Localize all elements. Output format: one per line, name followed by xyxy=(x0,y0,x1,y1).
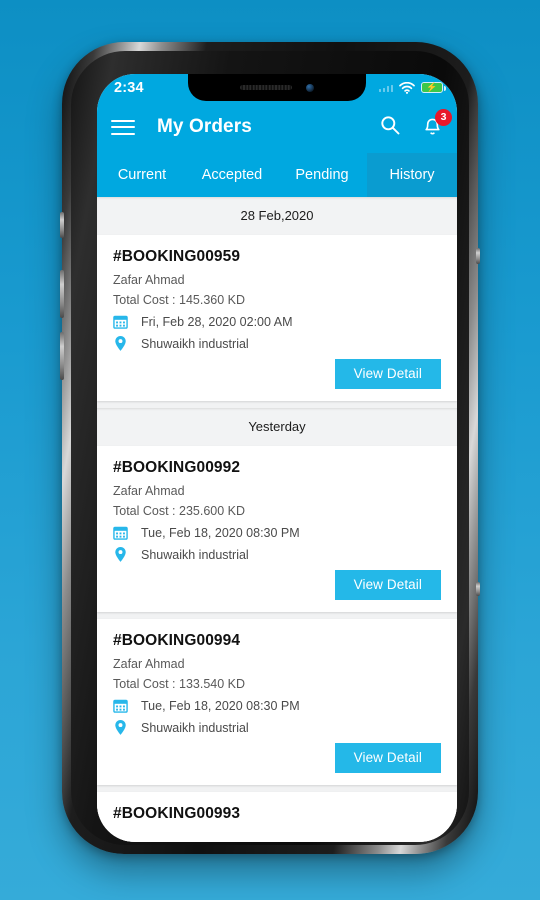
front-camera-icon xyxy=(306,83,314,92)
phone-side-button-mute[interactable] xyxy=(60,212,64,238)
booking-id: #BOOKING00992 xyxy=(113,459,241,476)
order-datetime-row: Tue, Feb 18, 2020 08:30 PM xyxy=(113,698,441,713)
notification-badge: 3 xyxy=(435,108,452,126)
view-detail-button[interactable]: View Detail xyxy=(334,359,441,389)
hamburger-menu-icon[interactable] xyxy=(111,119,135,135)
phone-side-button-volume-up[interactable] xyxy=(60,270,64,318)
map-pin-icon xyxy=(113,335,135,352)
order-location-row: Shuwaikh industrial xyxy=(113,719,441,736)
phone-side-button-volume-down[interactable] xyxy=(60,332,64,380)
order-datetime-row: Tue, Feb 18, 2020 08:30 PM xyxy=(113,525,441,540)
earpiece-speaker-icon xyxy=(240,85,292,90)
notifications-button[interactable]: 3 xyxy=(422,108,452,138)
order-datetime: Tue, Feb 18, 2020 08:30 PM xyxy=(141,698,300,713)
app-bar-actions: 3 xyxy=(380,108,452,140)
total-cost: Total Cost : 235.600 KD xyxy=(113,504,246,518)
order-location: Shuwaikh industrial xyxy=(141,720,249,735)
phone-device-frame: 2:34 ⚡ My Orders 3 Current Accepted Pend… xyxy=(60,42,480,854)
order-location-row: Shuwaikh industrial xyxy=(113,335,441,352)
order-location-row: Shuwaikh industrial xyxy=(113,546,441,563)
status-bar-indicators: ⚡ xyxy=(378,74,446,101)
customer-name: Zafar Ahmad xyxy=(113,657,185,671)
phone-bezel: 2:34 ⚡ My Orders 3 Current Accepted Pend… xyxy=(71,51,469,845)
calendar-icon xyxy=(113,698,135,713)
map-pin-icon xyxy=(113,546,135,563)
booking-id: #BOOKING00959 xyxy=(113,248,241,265)
map-pin-icon xyxy=(113,719,135,736)
phone-side-button-power[interactable] xyxy=(476,582,480,596)
status-bar-clock: 2:34 xyxy=(114,79,144,96)
order-card[interactable]: #BOOKING00994 Zafar Ahmad Total Cost : 1… xyxy=(97,619,457,785)
total-cost: Total Cost : 133.540 KD xyxy=(113,677,246,691)
calendar-icon xyxy=(113,314,135,329)
order-card[interactable]: #BOOKING00959 Zafar Ahmad Total Cost : 1… xyxy=(97,235,457,401)
order-datetime-row: Fri, Feb 28, 2020 02:00 AM xyxy=(113,314,441,329)
app-bar: My Orders 3 xyxy=(97,101,457,153)
view-detail-button[interactable]: View Detail xyxy=(334,743,441,773)
order-datetime: Fri, Feb 28, 2020 02:00 AM xyxy=(141,314,293,329)
page-background: 2:34 ⚡ My Orders 3 Current Accepted Pend… xyxy=(0,0,540,900)
order-actions: View Detail xyxy=(113,359,441,389)
total-cost: Total Cost : 145.360 KD xyxy=(113,293,246,307)
view-detail-button[interactable]: View Detail xyxy=(334,570,441,600)
search-icon[interactable] xyxy=(380,115,400,140)
order-datetime: Tue, Feb 18, 2020 08:30 PM xyxy=(141,525,300,540)
customer-name: Zafar Ahmad xyxy=(113,484,185,498)
page-title: My Orders xyxy=(157,116,252,137)
customer-name: Zafar Ahmad xyxy=(113,273,185,287)
order-location: Shuwaikh industrial xyxy=(141,547,249,562)
order-actions: View Detail xyxy=(113,743,441,773)
booking-id: #BOOKING00993 xyxy=(113,805,241,822)
battery-charging-icon: ⚡ xyxy=(421,82,446,93)
date-divider: 28 Feb,2020 xyxy=(97,197,457,235)
order-actions: View Detail xyxy=(113,570,441,600)
order-location: Shuwaikh industrial xyxy=(141,336,249,351)
date-divider: Yesterday xyxy=(97,408,457,446)
booking-id: #BOOKING00994 xyxy=(113,632,241,649)
signal-strength-icon xyxy=(378,83,393,92)
tab-pending[interactable]: Pending xyxy=(277,153,367,197)
order-card[interactable]: #BOOKING00992 Zafar Ahmad Total Cost : 2… xyxy=(97,446,457,612)
phone-screen: 2:34 ⚡ My Orders 3 Current Accepted Pend… xyxy=(97,74,457,842)
order-card[interactable]: #BOOKING00993 xyxy=(97,792,457,842)
tab-accepted[interactable]: Accepted xyxy=(187,153,277,197)
tab-bar: Current Accepted Pending History xyxy=(97,153,457,197)
phone-side-button-power-top[interactable] xyxy=(476,248,480,264)
calendar-icon xyxy=(113,525,135,540)
phone-notch xyxy=(188,74,366,101)
wifi-icon xyxy=(399,81,415,94)
tab-current[interactable]: Current xyxy=(97,153,187,197)
orders-list[interactable]: 28 Feb,2020 #BOOKING00959 Zafar Ahmad To… xyxy=(97,197,457,842)
tab-history[interactable]: History xyxy=(367,153,457,197)
